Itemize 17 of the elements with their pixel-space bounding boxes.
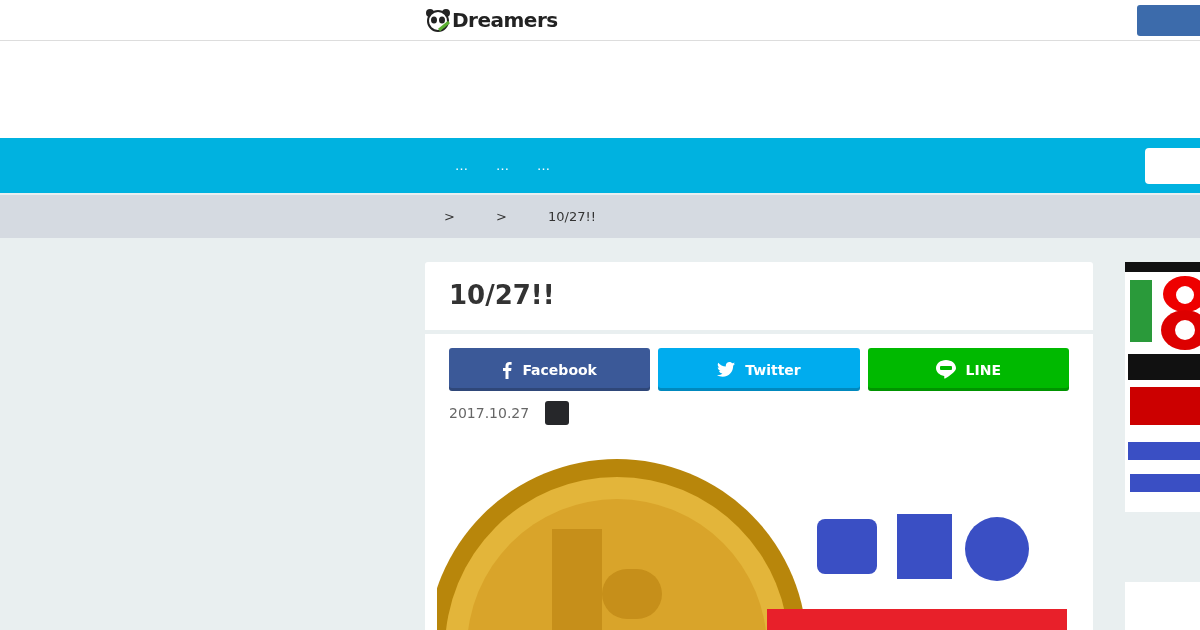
panda-icon xyxy=(425,8,451,32)
article-title: 10/27!! xyxy=(449,280,556,310)
category-tag[interactable] xyxy=(545,401,570,425)
post-date: 2017.10.27 xyxy=(449,405,530,421)
share-button[interactable]: LINE xyxy=(867,348,1069,391)
breadcrumb-current: 10/27!! xyxy=(548,209,596,224)
speech-bubble-icon xyxy=(935,360,956,379)
breadcrumb-separator: > xyxy=(444,209,455,224)
nav-link[interactable]: … xyxy=(496,158,509,173)
share-button[interactable]: Twitter xyxy=(658,348,860,391)
bird-icon xyxy=(717,362,736,377)
facebook-icon xyxy=(502,360,513,379)
share-button[interactable]: Facebook xyxy=(449,348,651,391)
nav-link[interactable]: … xyxy=(455,158,468,173)
breadcrumb-separator: > xyxy=(496,209,507,224)
logo-text[interactable]: Dreamers xyxy=(452,8,558,32)
nav-link[interactable]: … xyxy=(537,158,550,173)
